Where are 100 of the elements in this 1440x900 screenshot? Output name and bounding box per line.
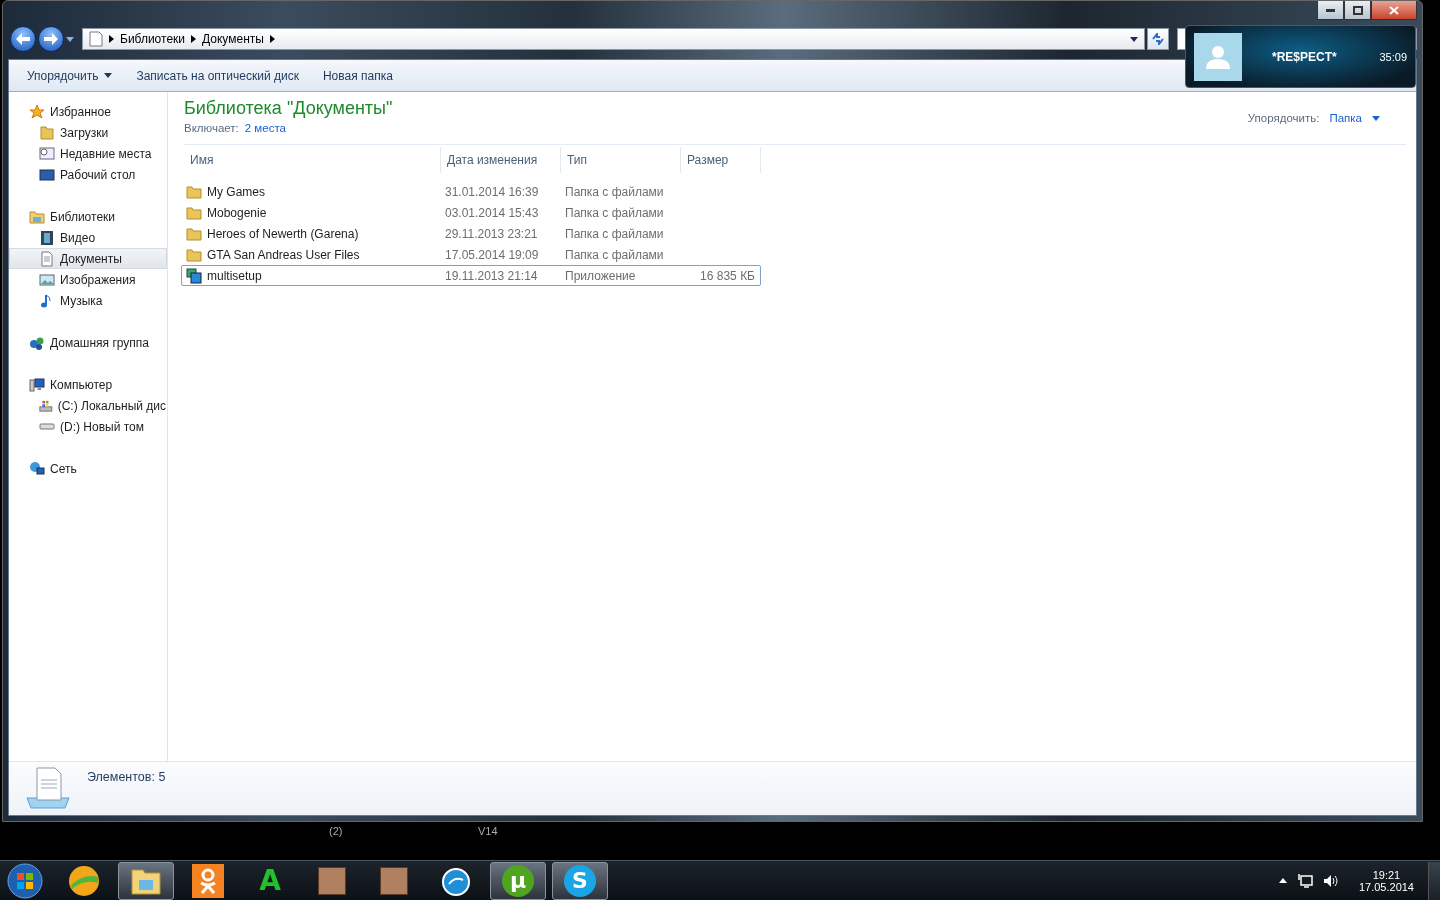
folder-icon (186, 183, 202, 200)
arrange-label: Упорядочить: (1247, 112, 1320, 124)
app-logo: S (564, 864, 596, 897)
date-cell-text: 31.01.2014 16:39 (444, 184, 540, 199)
includes-label: Включает: (184, 122, 239, 134)
ok-logo-icon (192, 863, 224, 898)
sidebar-item[interactable]: (C:) Локальный дис (9, 395, 167, 416)
app-orb-icon (68, 864, 100, 897)
sidebar-item[interactable]: Музыка (9, 290, 167, 311)
show-hidden-icons-icon[interactable] (1278, 878, 1287, 883)
call-duration: 35:09 (1379, 50, 1407, 63)
file-row[interactable]: My Games 31.01.2014 16:39 Папка с файлами (181, 181, 761, 202)
folder-icon (186, 246, 202, 263)
file-name: multisetup (207, 268, 262, 283)
drive-icon (39, 423, 55, 430)
includes-link[interactable]: 2 места (244, 122, 286, 134)
clock[interactable]: 19:21 17.05.2014 (1358, 868, 1414, 893)
toolbar-button[interactable]: Записать на оптический диск (126, 64, 309, 87)
document-icon (39, 250, 55, 267)
file-name: Mobogenie (207, 205, 267, 220)
globe-icon (441, 865, 471, 896)
date-cell-text: 03.01.2014 15:43 (444, 205, 540, 220)
breadcrumb-link[interactable]: Библиотеки (120, 32, 185, 46)
breadcrumb-link[interactable]: Документы (202, 32, 264, 46)
caret-icon (1372, 115, 1380, 121)
network-icon[interactable] (1296, 872, 1313, 889)
folder-icon (186, 204, 202, 221)
address-bar[interactable]: Библиотеки Документы (82, 28, 1145, 50)
photo-placeholder (380, 866, 408, 895)
forward-button[interactable] (38, 26, 64, 52)
maximize-icon (1352, 5, 1363, 15)
taskbar-button[interactable]: A (242, 861, 298, 900)
sidebar-item[interactable]: Библиотеки (9, 206, 167, 227)
sidebar-item[interactable]: Загрузки (9, 122, 167, 143)
sidebar-item[interactable]: Недавние места (9, 143, 167, 164)
folder-icon (39, 124, 55, 141)
sidebar-item[interactable]: (D:) Новый том (9, 416, 167, 437)
folder-icon (186, 225, 202, 242)
column-header[interactable]: Имя (184, 147, 441, 173)
refresh-arrows-icon (1151, 33, 1165, 45)
start-button[interactable] (4, 861, 46, 900)
toolbar-button[interactable]: Упорядочить (17, 64, 123, 87)
minimize-icon (1326, 8, 1335, 12)
file-name: My Games (207, 184, 265, 199)
refresh-button[interactable] (1147, 28, 1169, 50)
film-icon (39, 229, 55, 246)
breadcrumb-arrow-icon (269, 35, 275, 43)
document-icon (89, 31, 103, 47)
caret-icon (66, 36, 74, 42)
desktop-icon-label[interactable]: V14 (478, 825, 498, 837)
date-cell-text: 29.11.2013 23:21 (444, 226, 539, 241)
file-row[interactable]: Heroes of Newerth (Garena) 29.11.2013 23:21 Папка с файлами (181, 223, 761, 244)
arrange-dropdown[interactable]: Папка (1329, 112, 1362, 124)
type-cell-text: Папка с файлами (564, 184, 665, 199)
type-cell-text: Приложение (564, 268, 637, 283)
sidebar-item[interactable]: Видео (9, 227, 167, 248)
caret-icon (104, 73, 113, 78)
sidebar-item[interactable]: Рабочий стол (9, 164, 167, 185)
library-folder-icon (29, 208, 45, 225)
taskbar-button[interactable] (118, 861, 174, 900)
date-cell-text: 19.11.2013 21:14 (444, 268, 539, 283)
star-icon (29, 103, 45, 120)
type-cell-text: Папка с файлами (564, 205, 665, 220)
picture-icon (39, 271, 55, 288)
maximize-button[interactable] (1344, 1, 1371, 20)
file-name: Heroes of Newerth (Garena) (207, 226, 359, 241)
app-logo: µ (502, 864, 534, 897)
contact-name: *RE$PECT* (1272, 49, 1337, 64)
app-logo: A (258, 864, 282, 897)
file-row[interactable]: Mobogenie 03.01.2014 15:43 Папка с файлами (181, 202, 761, 223)
sidebar-item[interactable]: Документы (9, 248, 167, 269)
column-header[interactable]: Тип (561, 147, 681, 173)
library-title: Библиотека "Документы" (184, 98, 393, 119)
sidebar-item[interactable]: Домашняя группа (9, 332, 167, 353)
desktop-icon-label[interactable]: (2) (329, 825, 343, 837)
sidebar-item[interactable]: Изображения (9, 269, 167, 290)
close-button[interactable] (1371, 1, 1417, 20)
document-library-icon (25, 766, 71, 810)
back-arrow-icon (16, 33, 30, 45)
file-row[interactable]: GTA San Andreas User Files 17.05.2014 19:09 Папка с файлами (181, 244, 761, 265)
application-icon (186, 267, 202, 284)
toolbar-button[interactable]: Новая папка (312, 64, 403, 87)
close-icon (1389, 5, 1399, 15)
recent-places-icon (39, 145, 55, 162)
sidebar-item[interactable]: Избранное (9, 101, 167, 122)
file-row[interactable]: multisetup 19.11.2013 21:14 Приложение 16 835 КБ (181, 265, 761, 286)
breadcrumb-arrow-icon (109, 35, 114, 43)
column-header[interactable]: Размер (681, 147, 761, 173)
sidebar-item[interactable]: Компьютер (9, 374, 167, 395)
caret-icon (1130, 36, 1138, 42)
windows-orb-icon (7, 862, 43, 899)
desktop-icon (39, 166, 55, 183)
type-cell-text: Папка с файлами (564, 247, 665, 262)
column-header[interactable]: Дата изменения (441, 147, 561, 173)
type-cell-text: Папка с файлами (564, 226, 665, 241)
back-button[interactable] (10, 26, 36, 52)
minimize-button[interactable] (1317, 1, 1344, 20)
sidebar-item[interactable]: Сеть (9, 458, 167, 479)
date-cell-text: 17.05.2014 19:09 (444, 247, 540, 262)
person-silhouette-icon (1205, 43, 1231, 70)
